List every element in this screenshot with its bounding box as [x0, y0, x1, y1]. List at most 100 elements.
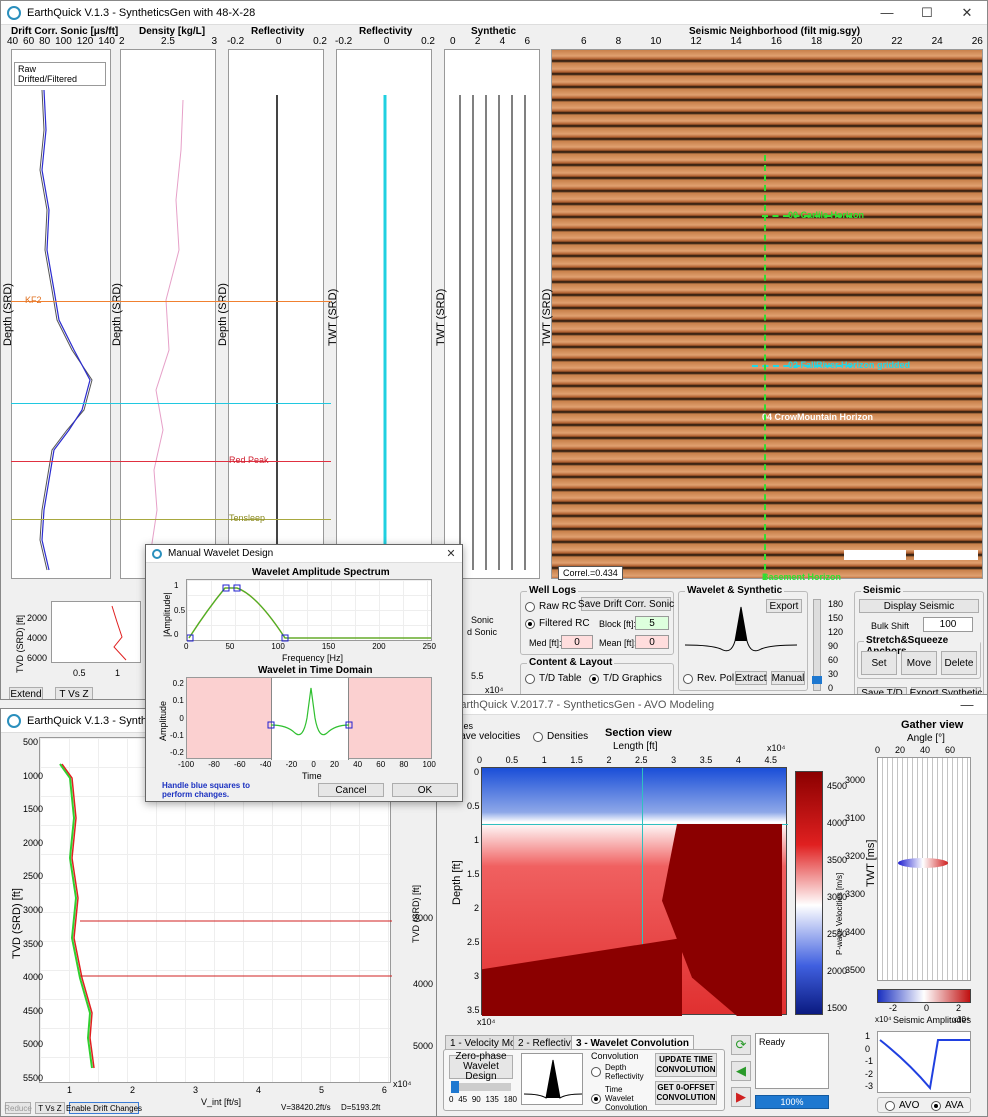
filtered-rc-radio[interactable]: Filtered RC: [525, 618, 590, 629]
section-exp-top: x10⁴: [767, 743, 786, 753]
raw-rc-radio[interactable]: Raw RC: [525, 601, 576, 612]
track-refl-plot[interactable]: [228, 49, 324, 579]
marker-redpeak-label: Red Peak: [229, 455, 269, 465]
time-domain-plot[interactable]: [186, 677, 432, 760]
tvd-mini-plot[interactable]: [51, 601, 141, 663]
track-synth-plot[interactable]: [444, 49, 540, 579]
tick: 3400: [845, 927, 866, 937]
refl-spikes: [276, 95, 278, 570]
manual-button[interactable]: Manual: [771, 671, 805, 685]
time-domain-title: Wavelet in Time Domain: [258, 665, 373, 676]
tick: 3: [473, 971, 479, 981]
avo-label: AVO: [899, 1100, 920, 1111]
maximize-icon[interactable]: ☐: [907, 5, 947, 21]
minimize-icon[interactable]: —: [947, 697, 987, 712]
tick: 500: [23, 737, 39, 747]
tick: 5: [318, 1085, 324, 1095]
td-table-label: T/D Table: [539, 673, 582, 684]
update-time-convolution-button[interactable]: UPDATE TIME CONVOLUTION: [655, 1053, 717, 1077]
section-ylabel: Depth [ft]: [451, 860, 463, 905]
t-vs-z-button[interactable]: T Vs Z: [55, 687, 93, 699]
ava-radio[interactable]: AVA: [931, 1100, 964, 1111]
td-graphics-radio[interactable]: T/D Graphics: [589, 673, 662, 684]
phase-slider-thumb[interactable]: [812, 676, 822, 684]
phase-slider[interactable]: [812, 599, 822, 691]
correl-readout: Correl.=0.434: [558, 566, 623, 580]
mean-label: Mean [ft]:: [599, 638, 637, 648]
tick: 60: [23, 36, 35, 47]
tick: 3: [192, 1085, 198, 1095]
wave-velocities-radio[interactable]: wave velocities: [453, 731, 520, 742]
depth-refl-radio[interactable]: Depth Reflectivity: [591, 1063, 651, 1081]
ok-button[interactable]: OK: [392, 783, 458, 797]
set-anchor-button[interactable]: Set: [861, 651, 897, 675]
legend-raw: Raw: [18, 64, 37, 74]
hint-text: Handle blue squares to perform changes.: [162, 781, 251, 799]
td-table-radio[interactable]: T/D Table: [525, 673, 582, 684]
track-density-plot[interactable]: [120, 49, 216, 579]
bulk-shift-field[interactable]: 100: [923, 617, 973, 632]
avo-radio[interactable]: AVO: [885, 1100, 919, 1111]
track-refl-ticks: -0.2 0 0.2: [227, 36, 327, 47]
tick: 26: [971, 36, 983, 47]
delete-anchor-button[interactable]: Delete: [941, 651, 977, 675]
time-wavelet-radio[interactable]: Time Wavelet Convolution: [591, 1085, 651, 1112]
frequency-slider[interactable]: [451, 1081, 511, 1093]
cancel-button[interactable]: Cancel: [318, 783, 384, 797]
phase-tick: 60: [828, 655, 839, 665]
sonic-curves: [39, 89, 93, 571]
refresh-icon[interactable]: ⟳: [731, 1035, 751, 1055]
wavelet-dialog-titlebar: Manual Wavelet Design ✕: [146, 545, 462, 563]
med-field[interactable]: 0: [561, 635, 593, 649]
gather-plot[interactable]: [877, 757, 971, 981]
minimize-icon[interactable]: —: [867, 5, 907, 20]
zero-phase-wavelet-button[interactable]: Zero-phase Wavelet Design: [449, 1052, 513, 1082]
gather-event: [898, 858, 948, 868]
move-anchor-button[interactable]: Move: [901, 651, 937, 675]
enable-drift-button[interactable]: Enable Drift Changes: [66, 1102, 142, 1114]
tick: 0: [923, 1003, 929, 1013]
arrow-left-icon[interactable]: ◀: [731, 1061, 751, 1081]
tick: 3.5: [699, 755, 713, 765]
frequency-slider-thumb[interactable]: [451, 1081, 459, 1093]
extract-button[interactable]: Extract: [735, 671, 767, 685]
spectrum-plot[interactable]: [186, 579, 432, 642]
seismic-plot[interactable]: 00 Carlile Horizon 02 FallRiver Horizon …: [551, 49, 983, 582]
filtered-rc-label: Filtered RC: [539, 618, 590, 629]
arrow-right-icon[interactable]: ▶: [731, 1087, 751, 1107]
tick: 12: [690, 36, 702, 47]
rev-pol-radio[interactable]: Rev. Pol.: [683, 673, 737, 684]
densities-radio[interactable]: Densities: [533, 731, 588, 742]
legend-drifted: Drifted/Filtered: [18, 74, 78, 84]
close-icon[interactable]: ✕: [947, 5, 987, 21]
avo-curve-plot[interactable]: [877, 1031, 971, 1093]
track-refl-twt-ticks: -0.2 0 0.2: [335, 36, 435, 47]
track-sonic-ticks: 40 60 80 100 120 140: [7, 36, 115, 47]
display-seismic-button[interactable]: Display Seismic: [859, 599, 979, 613]
tick: 135: [485, 1095, 499, 1104]
extend-button[interactable]: Extend: [9, 687, 43, 699]
tick: 40: [919, 745, 930, 755]
section-plot[interactable]: [481, 767, 788, 1016]
track-sonic-plot[interactable]: Raw Drifted/Filtered: [11, 49, 111, 579]
mean-field[interactable]: 0: [635, 635, 669, 649]
t-vs-z-button-2[interactable]: T Vs Z: [35, 1102, 65, 1114]
phase-tick: 0: [828, 683, 834, 693]
tick: 2: [473, 903, 479, 913]
close-icon[interactable]: ✕: [440, 547, 462, 560]
save-drift-sonic-button[interactable]: Save Drift Corr. Sonic: [578, 597, 674, 611]
gather-title: Gather view: [901, 719, 964, 731]
track-density-ticks: 2 2.5 3: [119, 36, 217, 47]
get-0-offset-button[interactable]: GET 0-OFFSET CONVOLUTION: [655, 1081, 717, 1105]
reduce-button[interactable]: Reduce: [4, 1102, 32, 1114]
marker-tensleep: [11, 519, 331, 520]
velocity-yticks: 500 1000 1500 2000 2500 3000 3500 4000 4500 5000 5…: [23, 737, 43, 1083]
phase-tick: 90: [828, 641, 839, 651]
track-refl-twt-plot[interactable]: [336, 49, 432, 579]
avo-titlebar: EarthQuick V.2017.7 - SyntheticsGen - AV…: [437, 695, 987, 715]
block-field[interactable]: 5: [635, 616, 669, 630]
tick: 6: [581, 36, 587, 47]
horizon-crow-label: 04 CrowMountain Horizon: [762, 412, 873, 422]
horizon-carlile-label: 00 Carlile Horizon: [788, 210, 865, 220]
convolution-title: Convolution: [591, 1051, 639, 1061]
